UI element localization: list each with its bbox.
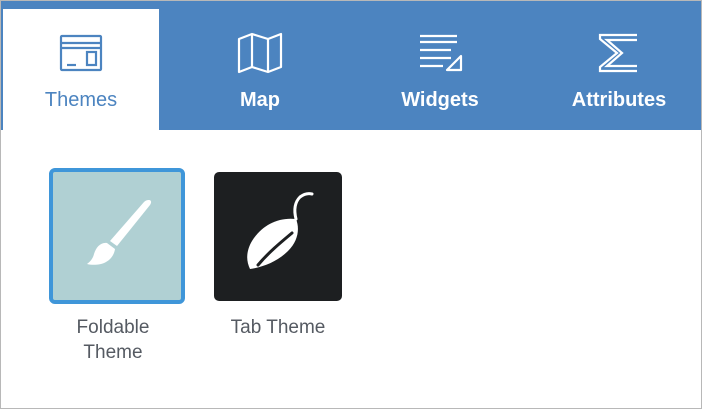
tab-map[interactable]: Map [183,1,337,130]
sigma-icon [594,29,644,77]
tab-bar: Themes Map Widgets Attributes [1,1,701,130]
tab-theme-tile[interactable] [214,172,342,301]
tab-attributes-label: Attributes [571,89,667,111]
foldable-theme-caption-line1: Foldable [76,317,150,338]
tab-theme-caption: Tab Theme [230,317,326,338]
foldable-theme-tile[interactable] [49,168,185,304]
themes-window-icon [56,29,106,77]
widgets-icon [415,29,465,77]
tab-map-label: Map [240,89,280,111]
foldable-theme-caption-line2: Theme [83,342,143,363]
tab-themes[interactable]: Themes [3,9,159,130]
theme-panel: Themes Map Widgets Attributes Foldable T… [0,0,702,409]
map-icon [235,29,285,77]
paintbrush-icon [77,194,157,279]
leaf-icon [238,189,318,284]
foldable-theme-caption: Foldable Theme [43,315,183,365]
tab-attributes[interactable]: Attributes [541,1,697,130]
tab-themes-label: Themes [44,89,118,111]
tab-widgets[interactable]: Widgets [363,1,517,130]
tab-widgets-label: Widgets [401,89,479,111]
